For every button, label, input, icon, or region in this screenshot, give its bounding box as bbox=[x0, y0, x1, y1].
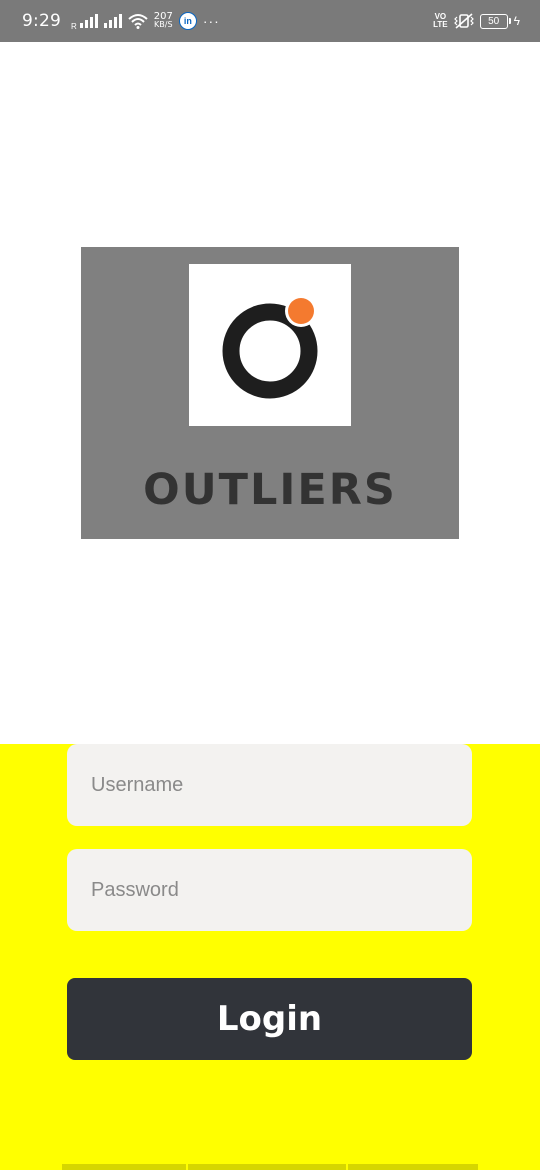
more-notifications-icon: ··· bbox=[202, 13, 220, 29]
status-bar: 9:29 R 207 KB/S in ··· VO LTE 50 ϟ bbox=[0, 0, 540, 42]
username-field[interactable] bbox=[67, 744, 472, 826]
linkedin-icon: in bbox=[178, 12, 197, 30]
logo-panel: OUTLIERS bbox=[81, 247, 459, 539]
wifi-icon bbox=[128, 14, 148, 29]
charging-icon: ϟ bbox=[513, 14, 520, 28]
network-speed: 207 KB/S bbox=[154, 12, 173, 29]
password-field[interactable] bbox=[67, 849, 472, 931]
bottom-strip-segment bbox=[188, 1164, 346, 1170]
volte-icon: VO LTE bbox=[433, 13, 448, 29]
password-input[interactable] bbox=[89, 877, 450, 903]
battery-icon: 50 bbox=[479, 13, 511, 29]
status-bar-left: 9:29 R 207 KB/S in ··· bbox=[22, 11, 220, 31]
status-time: 9:29 bbox=[22, 11, 61, 31]
login-button[interactable]: Login bbox=[67, 978, 472, 1060]
roaming-indicator: R bbox=[70, 22, 77, 31]
status-bar-right: VO LTE 50 ϟ bbox=[433, 13, 520, 29]
bottom-strip-segment bbox=[348, 1164, 478, 1170]
login-form: Login bbox=[0, 744, 540, 1170]
outliers-logo-icon bbox=[222, 295, 318, 399]
username-input[interactable] bbox=[89, 772, 450, 798]
bottom-strip-segment bbox=[62, 1164, 186, 1170]
volte-bottom: LTE bbox=[433, 20, 448, 29]
vibrate-icon bbox=[453, 13, 474, 29]
logo-image bbox=[189, 264, 351, 426]
brand-name: OUTLIERS bbox=[143, 465, 397, 515]
network-speed-unit: KB/S bbox=[154, 20, 173, 29]
bottom-strip bbox=[62, 1164, 478, 1170]
signal-icon bbox=[79, 14, 98, 28]
signal-icon-sim2 bbox=[103, 14, 122, 28]
